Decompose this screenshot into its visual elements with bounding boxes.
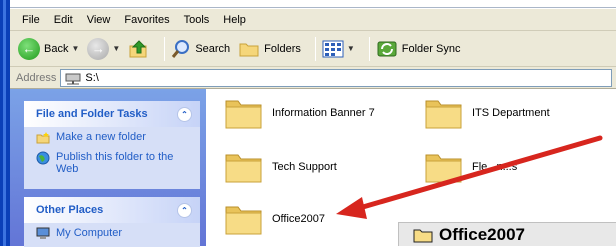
folder-sync-icon	[377, 41, 397, 56]
collapse-chevron-icon[interactable]: ⌃	[177, 202, 192, 218]
folder-item[interactable]: Fle...n...s	[424, 149, 517, 185]
menu-tools[interactable]: Tools	[184, 14, 210, 26]
folder-label: Fle...n...s	[472, 161, 518, 173]
toolbar-separator	[368, 36, 370, 61]
address-value: S:\	[85, 71, 99, 84]
menu-view[interactable]: View	[87, 14, 111, 26]
address-bar: Address S:\	[10, 67, 616, 89]
folder-icon	[425, 154, 462, 183]
forward-button[interactable]: → ▼	[87, 37, 120, 60]
folder-icon	[225, 100, 262, 129]
new-folder-icon	[36, 132, 50, 144]
folders-icon	[239, 43, 259, 56]
task-label: Make a new folder	[56, 131, 146, 143]
file-folder-tasks-panel: File and Folder Tasks ⌃ Make a new folde…	[24, 101, 200, 189]
folder-label: Tech Support	[272, 161, 337, 173]
toolbar: ← Back ▼ → ▼ Search Folders ▼ Folder Syn…	[10, 31, 616, 67]
folder-icon	[225, 206, 262, 235]
title-strip	[10, 0, 616, 8]
toolbar-separator	[164, 36, 166, 61]
folder-item[interactable]: ITS Department	[424, 95, 550, 131]
panel-title: File and Folder Tasks	[36, 108, 148, 120]
folders-button[interactable]: Folders	[238, 39, 301, 59]
toolbar-separator	[314, 36, 316, 61]
address-label: Address	[16, 71, 57, 84]
folder-sync-label: Folder Sync	[401, 42, 461, 55]
window-frame	[0, 0, 10, 246]
menu-bar: File Edit View Favorites Tools Help	[10, 9, 616, 31]
folder-label: Information Banner 7	[272, 107, 375, 119]
folder-label: Office2007	[272, 213, 326, 225]
collapse-chevron-icon[interactable]: ⌃	[177, 106, 192, 122]
folder-label: ITS Department	[472, 107, 550, 119]
folder-item[interactable]: Tech Support	[224, 149, 337, 185]
folder-icon	[425, 100, 462, 129]
callout-label: Office2007	[439, 224, 525, 244]
chevron-down-icon[interactable]: ▼	[71, 44, 79, 53]
up-folder-button[interactable]	[128, 38, 150, 60]
folders-label: Folders	[264, 42, 301, 55]
panel-title: Other Places	[36, 204, 104, 216]
other-places-header[interactable]: Other Places ⌃	[24, 197, 200, 223]
computer-icon	[36, 227, 50, 239]
up-folder-icon	[129, 39, 147, 57]
folder-icon	[225, 154, 262, 183]
folder-sync-button[interactable]: Folder Sync	[376, 39, 461, 59]
other-places-panel: Other Places ⌃ My Computer	[24, 197, 200, 247]
task-publish-web[interactable]: Publish this folder to the Web	[24, 147, 200, 177]
back-arrow-icon: ←	[18, 37, 40, 60]
globe-icon	[36, 151, 50, 165]
search-button[interactable]: Search	[171, 39, 230, 59]
menu-file[interactable]: File	[22, 14, 40, 26]
network-drive-icon	[65, 73, 81, 84]
back-button[interactable]: ← Back ▼	[18, 37, 79, 60]
place-my-computer[interactable]: My Computer	[24, 223, 200, 243]
search-label: Search	[195, 42, 231, 55]
file-folder-tasks-header[interactable]: File and Folder Tasks ⌃	[24, 101, 200, 127]
address-field[interactable]: S:\	[60, 68, 612, 87]
menu-edit[interactable]: Edit	[54, 14, 73, 26]
folder-item[interactable]: Information Banner 7	[224, 95, 375, 131]
search-icon	[172, 39, 190, 58]
chevron-down-icon[interactable]: ▼	[347, 44, 355, 53]
folder-item[interactable]: Office2007	[224, 201, 325, 237]
menu-help[interactable]: Help	[223, 14, 246, 26]
task-make-new-folder[interactable]: Make a new folder	[24, 127, 200, 147]
folder-icon	[413, 229, 433, 242]
zoomed-folder-callout: Office2007	[398, 222, 616, 246]
menu-favorites[interactable]: Favorites	[124, 14, 169, 26]
forward-arrow-icon: →	[87, 37, 110, 60]
views-button[interactable]: ▼	[322, 39, 355, 59]
back-label: Back	[44, 42, 69, 55]
task-label: Publish this folder to the Web	[56, 151, 174, 175]
chevron-down-icon[interactable]: ▼	[112, 44, 120, 53]
views-grid-icon	[322, 40, 344, 57]
task-pane: File and Folder Tasks ⌃ Make a new folde…	[10, 89, 206, 247]
place-label: My Computer	[56, 227, 123, 239]
